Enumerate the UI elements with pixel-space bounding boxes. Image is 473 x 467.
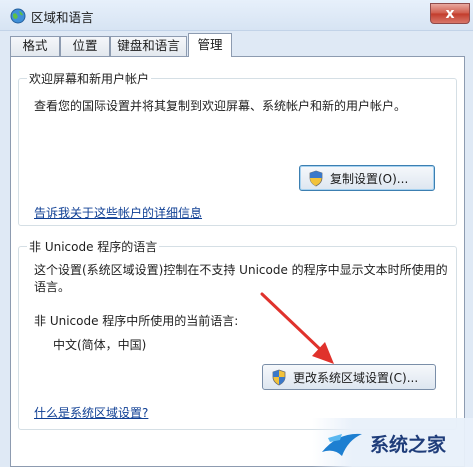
watermark: 系统之家 xyxy=(312,418,473,467)
watermark-text: 系统之家 xyxy=(370,434,447,456)
watermark-logo-icon xyxy=(322,433,362,456)
annotation-arrow xyxy=(260,292,334,364)
tab-administrative[interactable]: 管理 xyxy=(188,33,232,57)
